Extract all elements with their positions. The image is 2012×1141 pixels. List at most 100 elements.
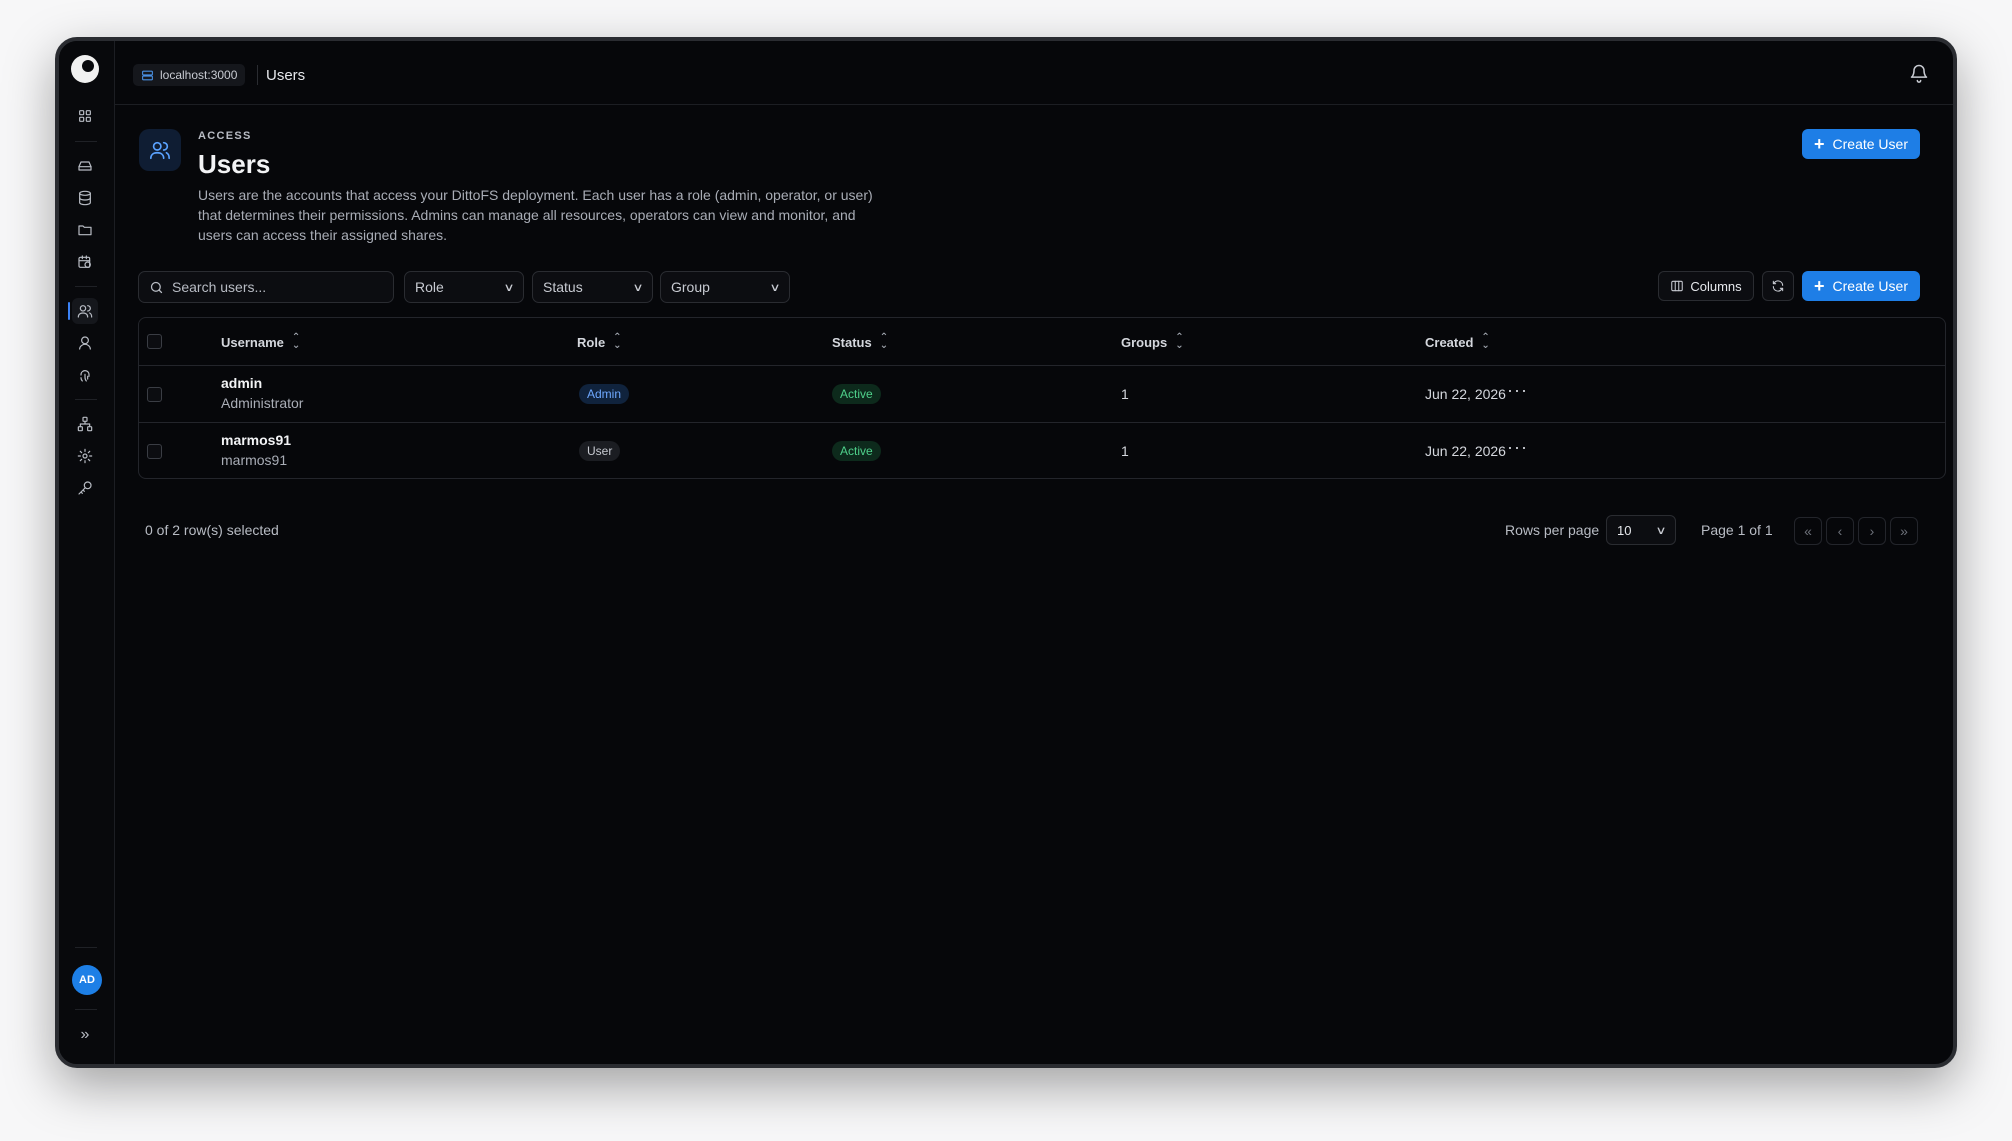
column-label: Created <box>1425 334 1474 350</box>
table-header: Username ⌃ ⌄ Role ⌃ ⌄ Status ⌃ ⌄ Groups ⌃ ⌄ Crea… <box>139 318 1945 366</box>
table-row[interactable]: marmos91 marmos91 User Active 1 Jun 22, … <box>139 423 1945 478</box>
sort-icon: ⌃ ⌄ <box>1481 332 1490 351</box>
chevron-down-icon: ∨ <box>632 281 644 294</box>
server-icon <box>142 70 153 80</box>
chevron-left-icon: ‹ <box>1837 523 1843 539</box>
rows-per-page-select[interactable]: 10 ∨ <box>1606 515 1676 545</box>
bell-icon <box>1910 64 1928 83</box>
row-actions-icon[interactable]: ··· <box>1507 380 1528 401</box>
create-user-label: Create User <box>1832 136 1908 152</box>
sort-icon: ⌃ ⌄ <box>291 332 301 351</box>
display-name: marmos91 <box>221 452 288 468</box>
column-label: Username <box>221 334 284 350</box>
create-user-button-toolbar[interactable]: + Create User <box>1802 271 1920 301</box>
chevrons-left-icon: « <box>1804 523 1812 539</box>
breadcrumb: Users <box>266 67 306 84</box>
app-window: AD » localhost:3000 Users ACCESS Users U… <box>55 37 1957 1068</box>
page-info: Page 1 of 1 <box>1701 522 1773 538</box>
column-header-username[interactable]: Username ⌃ ⌄ <box>221 332 301 351</box>
nav-divider <box>75 1009 97 1010</box>
top-bar: localhost:3000 Users <box>115 41 1953 105</box>
group-filter[interactable]: Group ∨ <box>660 271 790 303</box>
user-round-icon[interactable] <box>72 330 98 356</box>
next-page-button[interactable]: › <box>1858 517 1886 545</box>
role-badge: Admin <box>579 384 630 404</box>
key-icon[interactable] <box>72 475 98 501</box>
chevrons-right-icon: » <box>1900 523 1908 539</box>
username: marmos91 <box>221 432 292 448</box>
table-row[interactable]: admin Administrator Admin Active 1 Jun 2… <box>139 366 1945 423</box>
chevron-down-icon: ∨ <box>503 281 515 294</box>
role-filter[interactable]: Role ∨ <box>404 271 524 303</box>
column-label: Role <box>577 334 606 350</box>
refresh-icon <box>1772 280 1784 292</box>
users-icon[interactable] <box>68 298 98 324</box>
column-label: Status <box>832 334 872 350</box>
column-header-status[interactable]: Status ⌃ ⌄ <box>832 332 889 351</box>
role-filter-label: Role <box>415 279 444 295</box>
groups-count: 1 <box>1121 386 1129 402</box>
selection-count: 0 of 2 row(s) selected <box>145 522 279 538</box>
last-page-button[interactable]: » <box>1890 517 1918 545</box>
search-icon <box>150 281 163 293</box>
page-title: Users <box>198 149 271 179</box>
status-filter-label: Status <box>543 279 583 295</box>
nav-divider <box>75 399 97 400</box>
nav-divider <box>75 141 97 142</box>
row-checkbox[interactable] <box>147 387 162 402</box>
network-icon[interactable] <box>72 411 98 437</box>
database-icon[interactable] <box>72 185 98 211</box>
columns-label: Columns <box>1690 278 1742 294</box>
sort-icon: ⌃ ⌄ <box>1175 332 1184 351</box>
user-avatar[interactable]: AD <box>72 965 102 995</box>
settings-icon[interactable] <box>72 443 98 469</box>
select-all-checkbox[interactable] <box>147 334 162 349</box>
status-badge: Active <box>832 441 881 461</box>
drive-icon[interactable] <box>72 153 98 179</box>
notifications-button[interactable] <box>1909 63 1931 85</box>
refresh-button[interactable] <box>1762 271 1794 301</box>
row-checkbox[interactable] <box>147 444 162 459</box>
section-overline: ACCESS <box>198 130 252 142</box>
breadcrumb-separator <box>257 65 258 85</box>
column-header-role[interactable]: Role ⌃ ⌄ <box>577 333 622 351</box>
username: admin <box>221 375 263 391</box>
chevron-right-icon: › <box>1869 523 1875 539</box>
app-logo[interactable] <box>71 55 99 83</box>
users-table: Username ⌃ ⌄ Role ⌃ ⌄ Status ⌃ ⌄ Groups ⌃ ⌄ Crea… <box>138 317 1946 479</box>
server-chip[interactable]: localhost:3000 <box>133 64 246 86</box>
row-actions-icon[interactable]: ··· <box>1507 437 1528 458</box>
dashboard-icon[interactable] <box>72 103 98 129</box>
column-header-groups[interactable]: Groups ⌃ ⌄ <box>1121 332 1184 351</box>
plus-icon: + <box>1814 134 1825 154</box>
search-input[interactable] <box>172 279 372 295</box>
created-date: Jun 22, 2026 <box>1425 443 1506 459</box>
column-label: Groups <box>1121 334 1168 350</box>
columns-button[interactable]: Columns <box>1658 271 1754 301</box>
status-filter[interactable]: Status ∨ <box>532 271 653 303</box>
sort-icon: ⌃ ⌄ <box>879 332 889 351</box>
fingerprint-icon[interactable] <box>72 362 98 388</box>
sidebar: AD » <box>59 41 115 1064</box>
status-badge: Active <box>832 384 881 404</box>
rows-per-page-value: 10 <box>1617 522 1632 538</box>
create-user-button-header[interactable]: + Create User <box>1802 129 1920 159</box>
column-header-created[interactable]: Created ⌃ ⌄ <box>1425 332 1490 351</box>
groups-count: 1 <box>1121 443 1129 459</box>
nav-divider <box>75 286 97 287</box>
plus-icon: + <box>1814 276 1825 296</box>
expand-sidebar-icon[interactable]: » <box>72 1022 98 1048</box>
page-description: Users are the accounts that access your … <box>198 187 873 243</box>
folder-icon[interactable] <box>72 217 98 243</box>
nav-divider <box>75 947 97 948</box>
create-user-label: Create User <box>1832 278 1908 294</box>
first-page-button[interactable]: « <box>1794 517 1822 545</box>
rows-per-page-label: Rows per page <box>1505 522 1600 538</box>
chevron-down-icon: ∨ <box>1655 524 1667 537</box>
search-box[interactable] <box>138 271 394 303</box>
group-filter-label: Group <box>671 279 710 295</box>
page-users-icon <box>139 129 181 171</box>
server-address: localhost:3000 <box>160 68 238 82</box>
calendar-clock-icon[interactable] <box>72 249 98 275</box>
prev-page-button[interactable]: ‹ <box>1826 517 1854 545</box>
